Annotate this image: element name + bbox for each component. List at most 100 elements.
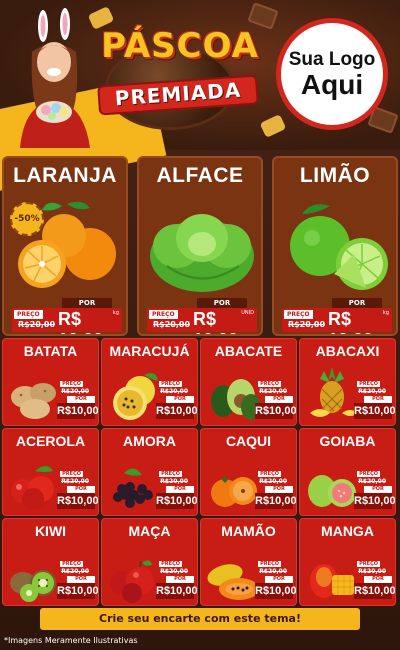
price-tag: POR PREÇO R$20,00 R$ 10,00 kg: [282, 298, 392, 334]
featured-card-limao: LIMÃO POR PREÇO R$20,00 R$ kg: [272, 156, 398, 336]
product-name: ACEROLA: [15, 433, 86, 449]
por-label: POR: [332, 298, 382, 308]
product-card-abacaxi: ABACAXI PREÇO R$20,00 POR R$10,00: [299, 338, 396, 426]
featured-card-laranja: LARANJA -50% POR PREÇO R$20,00 R$ kg: [2, 156, 128, 336]
new-price: R$10,00: [354, 493, 396, 509]
new-price: R$10,00: [156, 403, 198, 419]
por-label: POR: [166, 486, 194, 493]
por-label: POR: [265, 576, 293, 583]
logo-placeholder[interactable]: Sua Logo Aqui: [276, 18, 388, 130]
product-name: ABACATE: [214, 343, 283, 359]
por-label: POR: [62, 298, 112, 308]
new-price: R$10,00: [255, 493, 297, 509]
product-name: MAMÃO: [221, 523, 276, 539]
flyer-page: PÁSCOA PREMIADA Sua Logo Aqui LARANJA -5…: [0, 0, 400, 650]
preco-label: PREÇO: [60, 381, 83, 387]
girl-with-bunny-ears-icon: [20, 8, 90, 148]
old-price: R$20,00: [259, 388, 287, 395]
old-price: R$20,00: [358, 478, 386, 485]
por-label: POR: [364, 486, 392, 493]
preco-label: PREÇO: [357, 381, 380, 387]
product-card-maracujá: MARACUJÁ PREÇO R$20,00 POR R$10,00: [101, 338, 198, 426]
product-name: MAÇA: [128, 523, 171, 539]
price-tag: PREÇO R$20,00 POR R$10,00: [156, 471, 197, 513]
unit-label: kg: [112, 310, 119, 316]
old-price: R$20,00: [153, 320, 191, 329]
product-card-amora: AMORA PREÇO R$20,00 POR R$10,00: [101, 428, 198, 516]
preco-label: PREÇO: [357, 561, 380, 567]
price-tag: PREÇO R$20,00 POR R$10,00: [354, 471, 396, 513]
product-grid: BATATA PREÇO R$20,00 POR R$10,00 MARACUJÁ PREÇ…: [0, 338, 400, 608]
new-price: R$10,00: [57, 403, 99, 419]
price-tag: POR PREÇO R$20,00 R$ 10,00 kg: [12, 298, 122, 334]
preco-label: PREÇO: [159, 561, 182, 567]
price-tag: PREÇO R$20,00 POR R$10,00: [57, 381, 99, 423]
product-name: KIWI: [34, 523, 67, 539]
por-label: POR: [197, 298, 247, 308]
logo-line-1: Sua Logo: [288, 49, 376, 70]
preco-label: PREÇO: [159, 381, 182, 387]
old-price: R$20,00: [160, 478, 188, 485]
preco-label: PREÇO: [258, 471, 281, 477]
old-price: R$20,00: [160, 388, 188, 395]
preco-label: PREÇO: [284, 310, 313, 319]
old-price: R$20,00: [288, 320, 326, 329]
title-pascoa: PÁSCOA: [101, 26, 259, 66]
pineapple-icon: [310, 367, 358, 417]
product-card-batata: BATATA PREÇO R$20,00 POR R$10,00: [2, 338, 99, 426]
product-card-caqui: CAQUI PREÇO R$20,00 POR R$10,00: [200, 428, 297, 516]
price-tag: PREÇO R$20,00 POR R$10,00: [255, 381, 297, 423]
lettuce-icon: [150, 214, 254, 292]
por-label: POR: [67, 486, 95, 493]
product-name: BATATA: [23, 343, 78, 359]
potato-icon: [11, 383, 56, 419]
product-card-kiwi: KIWI PREÇO R$20,00 POR R$10,00: [2, 518, 99, 606]
preco-label: PREÇO: [357, 471, 380, 477]
footer-banner[interactable]: Crie seu encarte com este tema!: [40, 608, 360, 630]
old-price: R$20,00: [18, 320, 56, 329]
new-price: R$10,00: [255, 403, 297, 419]
old-price: R$20,00: [358, 568, 386, 575]
discount-badge: -50%: [10, 202, 44, 236]
guava-icon: [308, 475, 356, 507]
product-card-maça: MAÇA PREÇO R$20,00 POR R$10,00: [101, 518, 198, 606]
por-label: POR: [364, 396, 392, 403]
product-name: ALFACE: [156, 164, 244, 187]
old-price: R$20,00: [259, 568, 287, 575]
new-price: R$10,00: [354, 403, 396, 419]
kiwi-icon: [10, 570, 56, 602]
por-label: POR: [364, 576, 392, 583]
disclaimer-text: *Imagens Meramente Ilustrativas: [4, 636, 138, 645]
new-price: R$10,00: [57, 583, 99, 599]
price-tag: PREÇO R$20,00 POR R$10,00: [57, 471, 98, 513]
price-tag: PREÇO R$20,00 POR R$10,00: [255, 471, 297, 513]
gold-wrapper-icon: [259, 114, 287, 138]
acerola-icon: [11, 466, 54, 510]
price-box: PREÇO R$20,00 R$ 10,00 kg: [12, 308, 122, 334]
preco-label: PREÇO: [258, 381, 281, 387]
product-name: GOIABA: [319, 433, 376, 449]
por-label: POR: [166, 396, 194, 403]
product-name: MANGA: [321, 523, 374, 539]
por-label: POR: [67, 576, 95, 583]
por-label: POR: [67, 396, 95, 403]
product-card-acerola: ACEROLA PREÇO R$20,00 POR R$10,00: [2, 428, 99, 516]
old-price: R$20,00: [61, 568, 89, 575]
unit-label: UNID: [241, 310, 254, 316]
avocado-icon: [211, 379, 261, 420]
price-box: PREÇO R$20,00 R$ 10,00 UNID: [147, 308, 257, 334]
por-label: POR: [265, 396, 293, 403]
preco-label: PREÇO: [149, 310, 178, 319]
price-tag: PREÇO R$20,00 POR R$10,00: [156, 381, 198, 423]
new-price: R$10,00: [156, 583, 198, 599]
preco-label: PREÇO: [258, 561, 281, 567]
price-tag: POR PREÇO R$20,00 R$ 10,00 UNID: [147, 298, 257, 334]
unit-label: kg: [382, 310, 389, 316]
price-tag: PREÇO R$20,00 POR R$10,00: [156, 561, 198, 603]
product-name: LIMÃO: [299, 164, 371, 187]
apple-icon: [110, 560, 154, 603]
preco-label: PREÇO: [60, 561, 83, 567]
product-name: AMORA: [123, 433, 176, 449]
lime-icon: [290, 204, 388, 290]
preco-label: PREÇO: [14, 310, 43, 319]
